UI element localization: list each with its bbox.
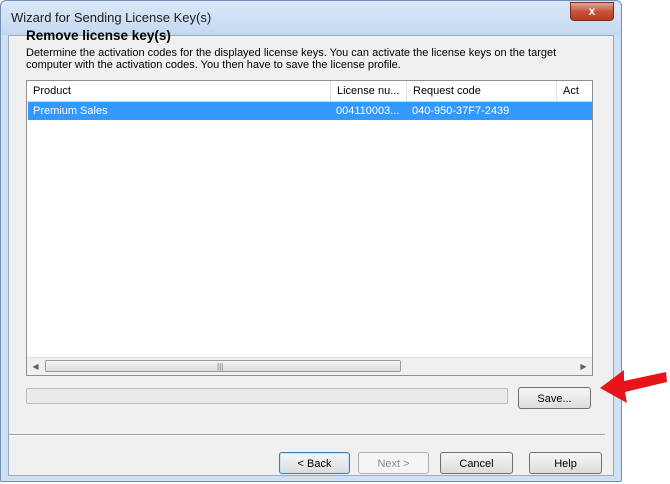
cell-product: Premium Sales: [33, 105, 108, 117]
scroll-left-icon[interactable]: ◀: [27, 358, 44, 375]
scrollbar-thumb[interactable]: |||: [45, 360, 401, 372]
footer-separator: [9, 434, 605, 436]
cell-license-number: 004110003...: [336, 105, 400, 117]
list-header: Product License nu... Request code Act: [27, 81, 592, 102]
window-title: Wizard for Sending License Key(s): [11, 10, 212, 25]
wizard-window: Wizard for Sending License Key(s) x Remo…: [0, 0, 622, 482]
page-description: Determine the activation codes for the d…: [26, 47, 557, 71]
cancel-button[interactable]: Cancel: [440, 452, 513, 474]
column-header-request-code[interactable]: Request code: [407, 81, 557, 101]
back-button[interactable]: < Back: [279, 452, 350, 474]
close-button[interactable]: x: [570, 2, 614, 21]
help-button[interactable]: Help: [529, 452, 602, 474]
column-header-activation-code[interactable]: Act: [557, 81, 592, 101]
license-key-list[interactable]: Product License nu... Request code Act P…: [26, 80, 593, 376]
next-button[interactable]: Next >: [358, 452, 429, 474]
close-icon: x: [588, 4, 596, 18]
column-header-license-number[interactable]: License nu...: [331, 81, 407, 101]
scroll-right-icon[interactable]: ▶: [575, 358, 592, 375]
grip-icon: |||: [217, 362, 224, 371]
screenshot-stage: Wizard for Sending License Key(s) x Remo…: [0, 0, 670, 484]
progress-bar: [26, 388, 508, 404]
horizontal-scrollbar[interactable]: ◀ ||| ▶: [27, 357, 592, 375]
save-button[interactable]: Save...: [518, 387, 591, 409]
table-row[interactable]: Premium Sales 004110003... 040-950-37F7-…: [28, 102, 592, 120]
cell-request-code: 040-950-37F7-2439: [412, 105, 510, 117]
page-heading: Remove license key(s): [26, 28, 171, 43]
column-header-product[interactable]: Product: [27, 81, 331, 101]
